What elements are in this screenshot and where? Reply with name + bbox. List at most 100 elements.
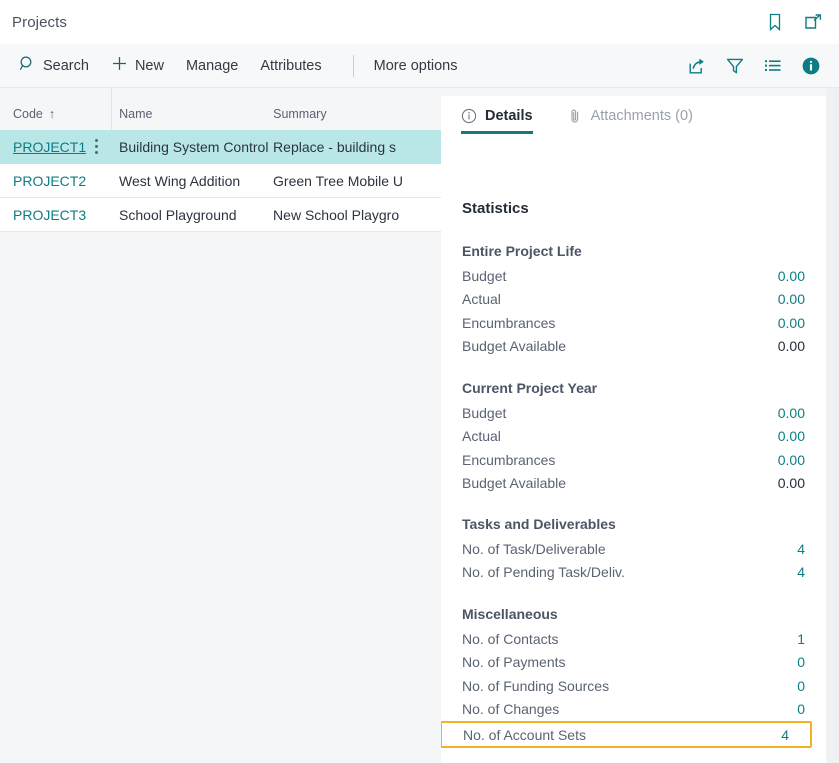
stat-value[interactable]: 0 [797, 654, 805, 670]
stat-row-no-of-pending-task-deliv[interactable]: No. of Pending Task/Deliv. 4 [441, 561, 826, 585]
info-icon[interactable] [801, 56, 821, 76]
row-code-cell[interactable]: PROJECT1 [0, 130, 112, 164]
stat-value[interactable]: 0.00 [778, 315, 805, 331]
list-view-icon[interactable] [763, 56, 783, 76]
column-header-name-label: Name [119, 107, 152, 121]
table-row[interactable]: PROJECT1 Building System Controls Replac… [0, 130, 441, 164]
stat-row-actual[interactable]: Actual 0.00 [441, 425, 826, 449]
stat-label: Budget [462, 405, 506, 421]
tab-details-label: Details [485, 108, 533, 124]
tab-attachments-label: Attachments (0) [591, 108, 693, 124]
stat-label: Actual [462, 428, 501, 444]
group-miscellaneous-heading: Miscellaneous [441, 606, 826, 622]
stat-row-no-of-task-deliverable[interactable]: No. of Task/Deliverable 4 [441, 537, 826, 561]
column-header-name[interactable]: Name [112, 107, 268, 130]
stat-value[interactable]: 1 [797, 631, 805, 647]
stat-row-budget-available: Budget Available 0.00 [441, 472, 826, 496]
stat-value[interactable]: 4 [797, 564, 805, 580]
stat-label: Encumbrances [462, 452, 555, 468]
tab-attachments[interactable]: Attachments (0) [567, 96, 693, 134]
details-panel: Details Attachments (0) Statistics Entir… [441, 88, 826, 763]
row-summary-cell: Replace - building s [268, 139, 441, 155]
stat-row-no-of-account-sets[interactable]: No. of Account Sets 4 [441, 721, 812, 748]
stat-row-actual[interactable]: Actual 0.00 [441, 288, 826, 312]
stat-value[interactable]: 0.00 [778, 405, 805, 421]
row-summary-cell: New School Playgro [268, 207, 441, 223]
stat-row-no-of-funding-sources[interactable]: No. of Funding Sources 0 [441, 674, 826, 698]
project-code-link[interactable]: PROJECT2 [13, 173, 86, 189]
command-separator [353, 55, 354, 77]
row-code-cell[interactable]: PROJECT2 [0, 164, 112, 198]
row-code-cell[interactable]: PROJECT3 [0, 198, 112, 232]
more-options-button[interactable]: More options [366, 58, 466, 74]
stat-label: No. of Contacts [462, 631, 559, 647]
stat-label: No. of Changes [462, 701, 559, 717]
share-icon[interactable] [687, 56, 707, 76]
new-command[interactable]: New [100, 44, 175, 88]
paperclip-icon [567, 108, 583, 124]
command-bar-right-actions [687, 56, 821, 76]
info-circle-icon [461, 108, 477, 124]
new-command-label: New [135, 58, 164, 74]
stat-row-no-of-changes[interactable]: No. of Changes 0 [441, 698, 826, 722]
stat-value[interactable]: 0.00 [778, 452, 805, 468]
search-command-label: Search [43, 58, 89, 74]
table-row[interactable]: PROJECT2 West Wing Addition Green Tree M… [0, 164, 441, 198]
group-miscellaneous: Miscellaneous No. of Contacts 1 No. of P… [441, 606, 826, 748]
column-header-code[interactable]: Code ↑ [0, 88, 112, 130]
stat-label: Actual [462, 291, 501, 307]
manage-command[interactable]: Manage [175, 44, 249, 88]
stat-row-budget[interactable]: Budget 0.00 [441, 401, 826, 425]
filter-icon[interactable] [725, 56, 745, 76]
stat-label: Encumbrances [462, 315, 555, 331]
titlebar-actions [765, 12, 823, 32]
stat-row-encumbrances[interactable]: Encumbrances 0.00 [441, 448, 826, 472]
command-bar: Search New Manage Attributes More option… [0, 44, 839, 88]
stat-value: 0.00 [778, 338, 805, 354]
table-row[interactable]: PROJECT3 School Playground New School Pl… [0, 198, 441, 232]
sort-ascending-icon: ↑ [49, 107, 55, 121]
projects-window: Projects [0, 0, 839, 763]
attributes-command[interactable]: Attributes [249, 44, 332, 88]
row-context-menu-icon[interactable] [94, 139, 98, 154]
column-header-summary[interactable]: Summary [268, 107, 441, 130]
stat-label: No. of Pending Task/Deliv. [462, 564, 625, 580]
search-command[interactable]: Search [8, 44, 100, 88]
stat-label: Budget Available [462, 338, 566, 354]
statistics-heading: Statistics [462, 200, 529, 217]
stat-row-no-of-payments[interactable]: No. of Payments 0 [441, 651, 826, 675]
row-name-cell: West Wing Addition [112, 173, 268, 189]
project-code-link[interactable]: PROJECT1 [13, 139, 86, 155]
group-current-project-year-heading: Current Project Year [441, 380, 826, 396]
stat-value: 0.00 [778, 475, 805, 491]
group-entire-project-life-heading: Entire Project Life [441, 243, 826, 259]
stat-row-no-of-contacts[interactable]: No. of Contacts 1 [441, 627, 826, 651]
stat-label: Budget [462, 268, 506, 284]
stat-value[interactable]: 0 [797, 701, 805, 717]
manage-command-label: Manage [186, 58, 238, 74]
column-header-code-label: Code [13, 107, 43, 121]
group-entire-project-life: Entire Project Life Budget 0.00 Actual 0… [441, 243, 826, 358]
stat-row-budget[interactable]: Budget 0.00 [441, 264, 826, 288]
stat-value[interactable]: 0 [797, 678, 805, 694]
attributes-command-label: Attributes [260, 58, 321, 74]
bookmark-icon[interactable] [765, 12, 785, 32]
column-header-summary-label: Summary [273, 107, 326, 121]
tab-details[interactable]: Details [461, 96, 533, 134]
stat-value[interactable]: 0.00 [778, 428, 805, 444]
group-tasks-and-deliverables-heading: Tasks and Deliverables [441, 516, 826, 532]
stat-value[interactable]: 4 [781, 727, 789, 743]
stat-label: No. of Payments [462, 654, 566, 670]
stat-value[interactable]: 4 [797, 541, 805, 557]
details-panel-gutter [826, 88, 839, 763]
stat-value[interactable]: 0.00 [778, 291, 805, 307]
stat-value[interactable]: 0.00 [778, 268, 805, 284]
project-code-link[interactable]: PROJECT3 [13, 207, 86, 223]
grid-header-row: Code ↑ Name Summary [0, 88, 441, 130]
group-current-project-year: Current Project Year Budget 0.00 Actual … [441, 380, 826, 495]
row-name-cell: Building System Controls [112, 139, 268, 155]
stat-label: No. of Task/Deliverable [462, 541, 606, 557]
open-in-new-window-icon[interactable] [803, 12, 823, 32]
page-title: Projects [12, 14, 67, 31]
stat-row-encumbrances[interactable]: Encumbrances 0.00 [441, 311, 826, 335]
